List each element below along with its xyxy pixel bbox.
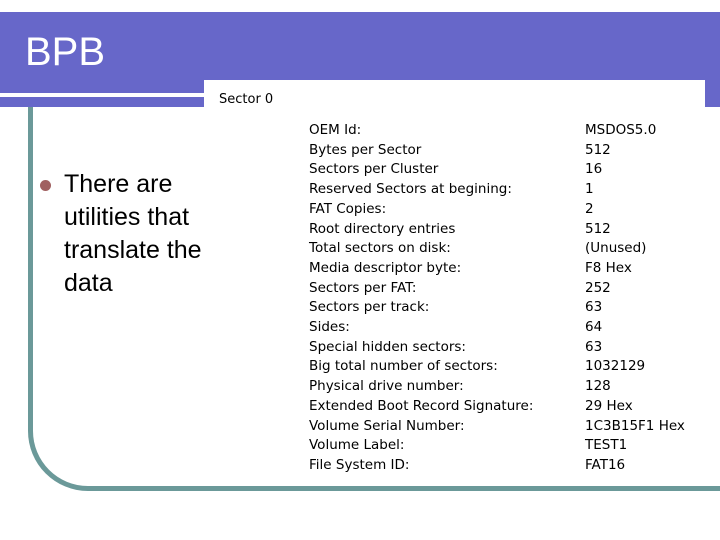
field-value: 63 <box>585 338 603 355</box>
field-label: Media descriptor byte: <box>309 259 462 276</box>
table-row: Sectors per FAT: 252 <box>309 279 685 299</box>
table-row: Root directory entries 512 <box>309 220 685 240</box>
field-value: 64 <box>585 319 603 336</box>
field-label: Sides: <box>309 319 350 336</box>
field-label: Sectors per Cluster <box>309 161 439 178</box>
field-label: OEM Id: <box>309 122 362 138</box>
bpb-table: OEM Id: MSDOS5.0 Bytes per Sector 512 Sector… <box>309 121 685 476</box>
field-value: 128 <box>585 378 611 395</box>
table-row: Volume Serial Number: 1C3B15F1 Hex <box>309 417 685 437</box>
inset-caption: Sector 0 <box>219 92 274 107</box>
table-row: OEM Id: MSDOS5.0 <box>309 121 685 141</box>
field-label: Extended Boot Record Signature: <box>309 397 534 414</box>
field-label: Sectors per track: <box>309 299 430 316</box>
field-label: Special hidden sectors: <box>309 338 466 355</box>
field-value: 1032129 <box>585 358 646 375</box>
table-row: Total sectors on disk: (Unused) <box>309 239 685 259</box>
field-value: 2 <box>585 200 594 217</box>
table-row: File System ID: FAT16 <box>309 456 685 476</box>
field-value: 29 Hex <box>585 397 633 414</box>
field-label: Big total number of sectors: <box>309 358 498 375</box>
bullet-dot-icon <box>40 180 51 191</box>
table-row: Sides: 64 <box>309 318 685 338</box>
table-row: Volume Label: TEST1 <box>309 436 685 456</box>
field-value: 252 <box>585 279 611 296</box>
table-row: Big total number of sectors: 1032129 <box>309 357 685 377</box>
table-row: FAT Copies: 2 <box>309 200 685 220</box>
field-label: Root directory entries <box>309 220 456 237</box>
field-value: 1C3B15F1 Hex <box>585 417 685 434</box>
table-row: Reserved Sectors at begining: 1 <box>309 180 685 200</box>
field-label: Reserved Sectors at begining: <box>309 181 512 198</box>
field-label: FAT Copies: <box>309 200 387 217</box>
field-value: 63 <box>585 299 603 316</box>
field-value: F8 Hex <box>585 259 632 276</box>
field-value: (Unused) <box>585 240 647 257</box>
table-row: Sectors per Cluster 16 <box>309 160 685 180</box>
field-label: File System ID: <box>309 456 410 473</box>
field-value: 512 <box>585 220 611 237</box>
field-label: Volume Label: <box>309 437 405 454</box>
table-row: Extended Boot Record Signature: 29 Hex <box>309 397 685 417</box>
banner-right-tab <box>705 80 720 107</box>
field-value: TEST1 <box>585 437 628 454</box>
slide-title: BPB <box>25 30 106 74</box>
field-label: Volume Serial Number: <box>309 417 465 434</box>
field-label: Total sectors on disk: <box>309 240 451 257</box>
field-label: Physical drive number: <box>309 378 464 395</box>
field-value: 1 <box>585 181 594 198</box>
table-row: Special hidden sectors: 63 <box>309 338 685 358</box>
field-value: 512 <box>585 141 611 158</box>
field-label: Sectors per FAT: <box>309 279 417 296</box>
field-value: FAT16 <box>585 456 626 473</box>
table-row: Physical drive number: 128 <box>309 377 685 397</box>
table-row: Media descriptor byte: F8 Hex <box>309 259 685 279</box>
bpb-screenshot-inset: Sector 0 OEM Id: MSDOS5.0 Bytes per Sector… <box>204 80 705 485</box>
field-value: 16 <box>585 161 603 178</box>
field-label: Bytes per Sector <box>309 141 422 158</box>
field-value: MSDOS5.0 <box>585 122 657 138</box>
table-row: Sectors per track: 63 <box>309 298 685 318</box>
table-row: Bytes per Sector 512 <box>309 141 685 161</box>
